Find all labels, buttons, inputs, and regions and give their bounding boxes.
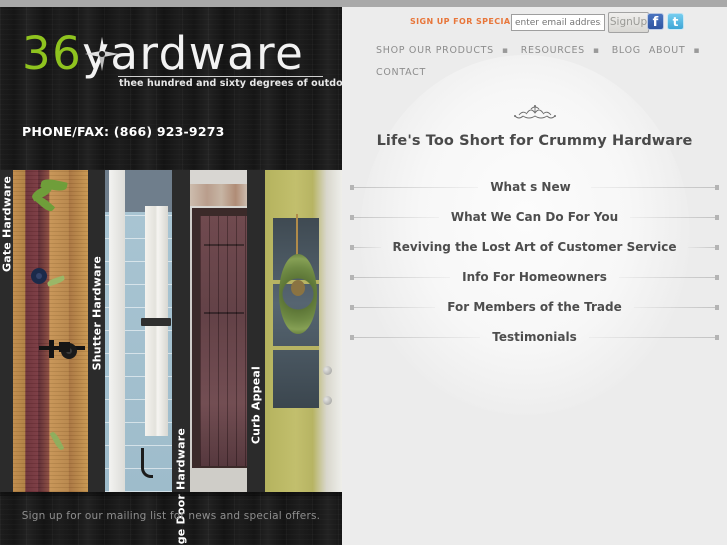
category-label-text: Curb Appeal (249, 366, 263, 445)
twitter-icon[interactable]: t (667, 13, 684, 30)
door-planks (200, 216, 247, 466)
nav-item-contact[interactable]: CONTACT (376, 62, 426, 83)
nav-item-about[interactable]: ABOUT (649, 40, 686, 61)
category-image-gate-hardware[interactable] (13, 170, 88, 492)
category-image-strip: Gate Hardware Shutter Hardware Garage Do… (0, 170, 342, 545)
strip-divider (0, 492, 342, 496)
logo-wordmark: 36yardware (22, 29, 322, 79)
flourish-icon (513, 105, 556, 119)
right-content-panel: SIGN UP FOR SPECIAL OFFERS SignUp f t SH… (342, 7, 727, 545)
nav-item-blog[interactable]: BLOG (612, 40, 641, 61)
rule-right (688, 244, 719, 250)
category-label-gate-hardware[interactable]: Gate Hardware (0, 170, 13, 492)
list-item[interactable]: Testimonials (342, 322, 727, 352)
newsletter-email-input[interactable] (511, 14, 605, 31)
wreath-decor-icon (279, 254, 317, 334)
main-navigation: SHOP OUR PRODUCTS ▪ RESOURCES ▪ BLOG ABOUT ▪ CO… (376, 40, 716, 83)
newsletter-signup-button[interactable]: SignUp (608, 12, 649, 33)
phone-fax: PHONE/FAX: (866) 923-9273 (22, 124, 225, 139)
rule-left (350, 304, 436, 310)
category-image-curb-appeal[interactable] (265, 170, 342, 492)
list-item[interactable]: What We Can Do For You (342, 202, 727, 232)
facebook-icon[interactable]: f (647, 13, 664, 30)
link-testimonials[interactable]: Testimonials (480, 330, 588, 344)
newsletter-signup-row: SIGN UP FOR SPECIAL OFFERS SignUp f t (342, 11, 727, 37)
list-item[interactable]: For Members of the Trade (342, 292, 727, 322)
nav-item-shop-our-products[interactable]: SHOP OUR PRODUCTS (376, 40, 494, 61)
stone-lintel (190, 184, 247, 206)
chevron-down-icon[interactable]: ▪ (693, 41, 700, 62)
category-image-garage-door-hardware[interactable] (190, 170, 247, 492)
nav-item-resources[interactable]: RESOURCES (521, 40, 585, 61)
page-root: 36yardware thee hundred and sixty degree… (0, 0, 727, 545)
primary-link-list: What s New What We Can Do For You Revivi… (342, 172, 727, 352)
category-image-shutter-hardware[interactable] (105, 170, 172, 492)
category-label-text: Shutter Hardware (90, 256, 103, 371)
window-trim (109, 170, 125, 492)
shutter-hook-icon (141, 448, 153, 478)
mailing-list-note: Sign up for our mailing list for news an… (21, 510, 321, 522)
category-label-text: Garage Door Hardware (174, 428, 188, 545)
logo-suffix: yardware (82, 27, 305, 80)
category-label-garage-door-hardware[interactable]: Garage Door Hardware (172, 170, 190, 545)
shutter-band-hardware (141, 318, 171, 326)
link-reviving-the-lost-art-of-customer-service[interactable]: Reviving the Lost Art of Customer Servic… (381, 240, 689, 254)
link-for-members-of-the-trade[interactable]: For Members of the Trade (435, 300, 633, 314)
rule-left (350, 334, 481, 340)
page-title: Life's Too Short for Crummy Hardware (376, 133, 693, 149)
rule-right (588, 334, 720, 340)
rule-right (630, 214, 720, 220)
gate-photo (13, 170, 88, 492)
rule-left (350, 274, 451, 280)
category-label-text: Gate Hardware (0, 176, 13, 272)
list-item[interactable]: What s New (342, 172, 727, 202)
logo-prefix: 36 (22, 27, 83, 80)
door-knob-icon (323, 366, 332, 375)
link-whats-new[interactable]: What s New (478, 180, 582, 194)
site-logo[interactable]: 36yardware thee hundred and sixty degree… (22, 29, 342, 95)
rule-left (350, 184, 479, 190)
chevron-down-icon[interactable]: ▪ (502, 41, 509, 62)
rule-right (590, 184, 720, 190)
list-item[interactable]: Info For Homeowners (342, 262, 727, 292)
rule-left (350, 244, 381, 250)
category-label-shutter-hardware[interactable]: Shutter Hardware (88, 170, 105, 492)
logo-tagline: thee hundred and sixty degrees of outdoo… (119, 78, 342, 89)
rule-right (618, 274, 720, 280)
browser-top-bar (0, 0, 727, 7)
rule-left (350, 214, 439, 220)
logo-divider (118, 76, 323, 77)
decorative-ornament (342, 104, 727, 127)
door-lock-icon (323, 396, 332, 405)
left-dark-panel: 36yardware thee hundred and sixty degree… (0, 7, 342, 545)
gate-latch-icon (39, 340, 85, 359)
gate-bolt-icon (31, 268, 47, 284)
rule-right (633, 304, 720, 310)
category-label-curb-appeal[interactable]: Curb Appeal (247, 170, 265, 492)
link-info-for-homeowners[interactable]: Info For Homeowners (450, 270, 619, 284)
chevron-down-icon[interactable]: ▪ (593, 41, 600, 62)
link-what-we-can-do-for-you[interactable]: What We Can Do For You (439, 210, 630, 224)
list-item[interactable]: Reviving the Lost Art of Customer Servic… (342, 232, 727, 262)
